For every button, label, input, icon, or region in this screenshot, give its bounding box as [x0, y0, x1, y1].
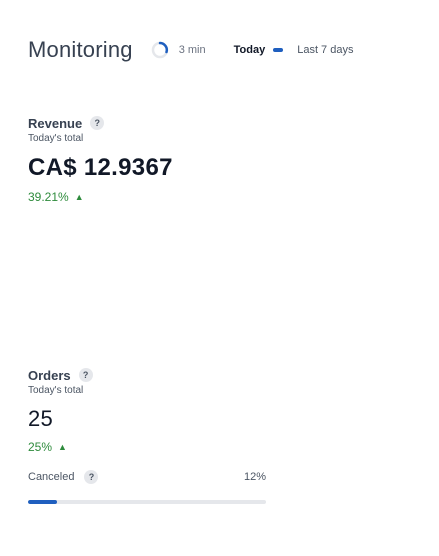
range-last7-tab[interactable]: Last 7 days	[297, 44, 353, 56]
page-title: Monitoring	[28, 37, 133, 62]
header: Monitoring 3 min Today Last 7 days	[28, 34, 429, 66]
selected-indicator	[273, 48, 284, 52]
orders-value: 25	[28, 406, 54, 431]
canceled-progress-bar	[28, 500, 266, 504]
revenue-change: 39.21%	[28, 190, 69, 204]
revenue-subtitle: Today's total	[28, 133, 84, 144]
revenue-help-icon[interactable]: ?	[90, 116, 105, 130]
orders-subtitle: Today's total	[28, 385, 84, 396]
orders-change: 25%	[28, 440, 53, 454]
revenue-label: Revenue	[28, 115, 83, 131]
trend-up-icon: ▲	[58, 442, 67, 452]
monitoring-panel: Monitoring 3 min Today Last 7 days Reven…	[0, 0, 439, 556]
orders-trend: 25% ▲	[28, 440, 288, 454]
revenue-metric: Revenue ? Today's total CA$ 12.9367 39.2…	[28, 114, 288, 205]
auto-refresh[interactable]: 3 min	[151, 41, 206, 59]
trend-up-icon: ▲	[74, 192, 84, 202]
orders-label: Orders	[28, 367, 71, 383]
canceled-progress-fill	[28, 500, 57, 504]
canceled-help-icon[interactable]: ?	[84, 470, 99, 484]
revenue-value: CA$ 12.9367	[28, 154, 173, 181]
refresh-interval: 3 min	[178, 44, 206, 56]
canceled-percent: 12%	[243, 471, 266, 483]
orders-metric: Orders ? Today's total 25 25% ▲ Canceled…	[28, 366, 288, 504]
orders-help-icon[interactable]: ?	[78, 368, 93, 382]
range-today-tab[interactable]: Today	[234, 44, 266, 56]
canceled-row: Canceled ? 12%	[28, 470, 266, 484]
refresh-spinner-icon	[151, 41, 169, 59]
revenue-trend: 39.21% ▲	[28, 190, 288, 204]
date-range-toggle: Today Last 7 days	[234, 44, 354, 56]
canceled-label: Canceled	[28, 471, 75, 483]
